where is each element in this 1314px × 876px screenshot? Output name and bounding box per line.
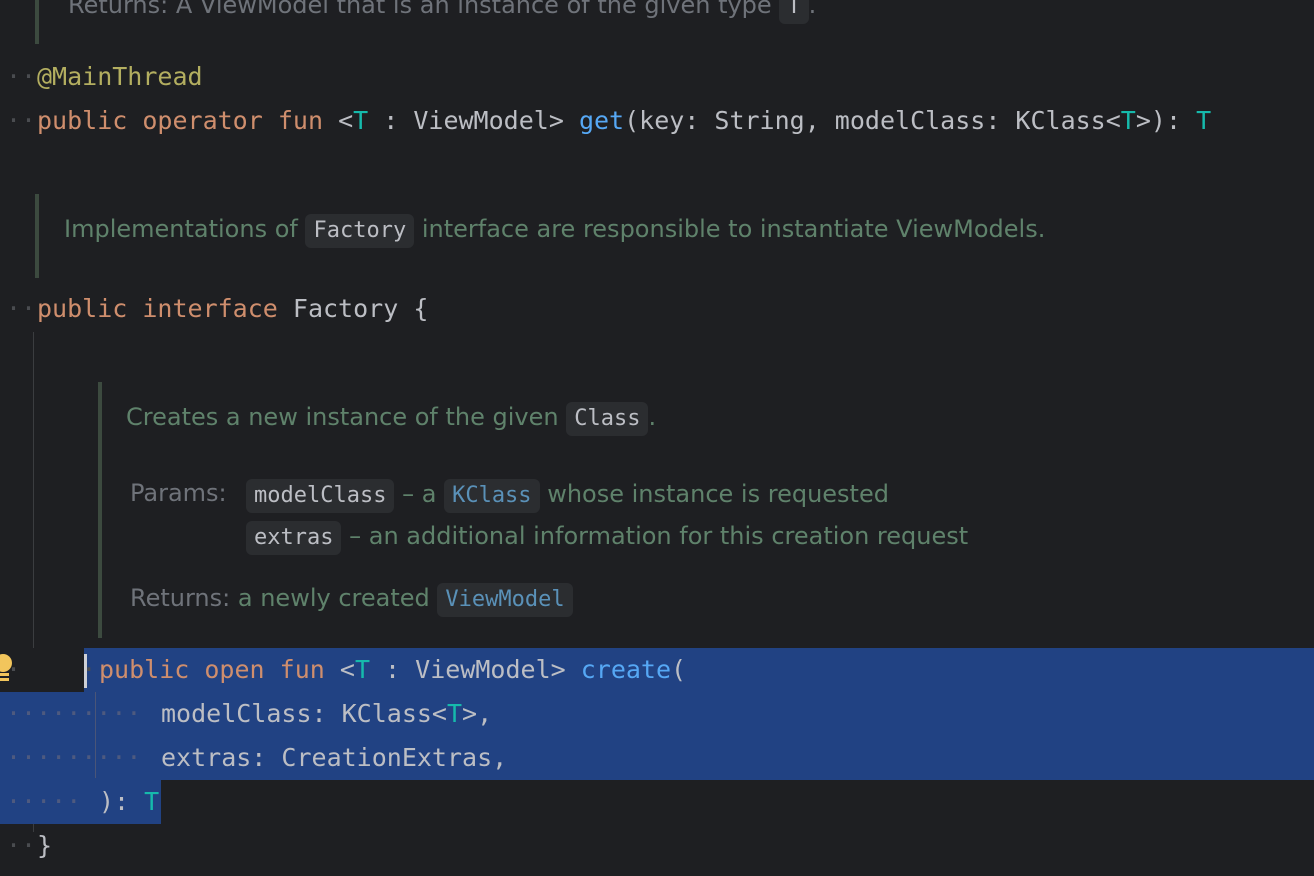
type-param: T xyxy=(446,699,463,728)
kw-fun: fun xyxy=(279,655,325,684)
kw-interface: interface xyxy=(142,294,278,323)
doc-text: Implementations of xyxy=(64,215,298,243)
period: . xyxy=(808,0,817,19)
whitespace-dots: ········· xyxy=(6,743,142,772)
whitespace-dots: ····· xyxy=(6,787,82,816)
viewmodel-link[interactable]: ViewModel xyxy=(437,583,573,617)
returns-label: Returns: xyxy=(130,584,231,612)
returns-text: A ViewModel that is an instance of the g… xyxy=(175,0,772,19)
open-paren: ( xyxy=(671,655,687,684)
kw-fun: fun xyxy=(277,106,324,135)
kw-public: public xyxy=(37,294,128,323)
interface-name: Factory xyxy=(292,294,399,323)
doc-text: whose instance is requested xyxy=(547,480,889,508)
create-returns-line: Returns: a newly created ViewModel xyxy=(130,583,573,617)
interface-declaration[interactable]: public interface Factory { xyxy=(37,287,428,331)
whitespace-dots: ·· xyxy=(6,106,37,135)
doc-text: – a xyxy=(402,480,437,508)
return-type: T xyxy=(144,787,160,816)
whitespace-dots: ·· xyxy=(6,294,37,323)
whitespace-dots: ········· xyxy=(6,699,142,728)
doc-text: a newly created xyxy=(237,584,430,612)
class-chip: Class xyxy=(566,402,649,436)
closing-brace[interactable]: } xyxy=(37,824,52,868)
get-function-signature[interactable]: public operator fun <T : ViewModel> get(… xyxy=(37,99,1211,143)
editor[interactable]: { "doc_top": { "returns_label": "Returns… xyxy=(0,0,1314,876)
param-decl: modelClass: KClass< xyxy=(161,699,447,728)
doc-comment-bar xyxy=(98,382,102,638)
annotation-main-thread[interactable]: @MainThread xyxy=(37,55,203,99)
doc-text: Creates a new instance of the given xyxy=(126,403,559,431)
create-function-signature[interactable]: public open fun <T : ViewModel> create( xyxy=(99,648,686,692)
returns-label: Returns: xyxy=(68,0,169,19)
function-name-get: get xyxy=(578,106,625,135)
factory-doc-line: Implementations of Factory interface are… xyxy=(64,214,1045,248)
kw-open: open xyxy=(204,655,265,684)
period: . xyxy=(648,403,657,431)
doc-returns-line: Returns: A ViewModel that is an instance… xyxy=(68,0,816,24)
function-name-create: create xyxy=(580,655,672,684)
param-decl-end: >, xyxy=(462,699,493,728)
doc-text: interface are responsible to instantiate… xyxy=(421,215,1046,243)
create-return-line[interactable]: ): T xyxy=(99,780,159,824)
param-extras-code[interactable]: extras: CreationExtras, xyxy=(161,736,507,780)
param-extras-chip: extras xyxy=(246,521,342,555)
type-param: T xyxy=(1120,106,1136,135)
kw-operator: operator xyxy=(142,106,263,135)
whitespace-dots: ·· xyxy=(6,831,37,860)
factory-chip: Factory xyxy=(305,214,415,248)
type-chip: T xyxy=(779,0,809,24)
doc-text: – an additional information for this cre… xyxy=(349,522,969,550)
type-bound: : ViewModel> xyxy=(368,106,564,135)
params-label: Params: xyxy=(130,479,227,507)
params: (key: String, modelClass: KClass< xyxy=(624,106,1121,135)
type-param: T xyxy=(354,655,370,684)
type-param: T xyxy=(353,106,369,135)
create-doc-summary: Creates a new instance of the given Clas… xyxy=(126,402,656,436)
whitespace-dots: ·· xyxy=(6,62,37,91)
close-paren: ): xyxy=(99,787,145,816)
return-type: T xyxy=(1196,106,1212,135)
type-bound: : ViewModel> xyxy=(370,655,581,684)
type-open: < xyxy=(338,106,354,135)
param-extras-line: extras – an additional information for t… xyxy=(246,521,968,555)
kw-public: public xyxy=(37,106,128,135)
kclass-link[interactable]: KClass xyxy=(444,479,540,513)
kw-public: public xyxy=(99,655,190,684)
doc-comment-bar xyxy=(35,194,39,278)
open-brace: { xyxy=(413,294,429,323)
param-modelclass-line: modelClass – a KClass whose instance is … xyxy=(246,479,889,513)
param-modelclass-code[interactable]: modelClass: KClass<T>, xyxy=(161,692,492,736)
param-modelclass-chip: modelClass xyxy=(246,479,395,513)
params-end: >): xyxy=(1135,106,1197,135)
type-open: < xyxy=(339,655,355,684)
doc-comment-bar xyxy=(35,0,39,44)
